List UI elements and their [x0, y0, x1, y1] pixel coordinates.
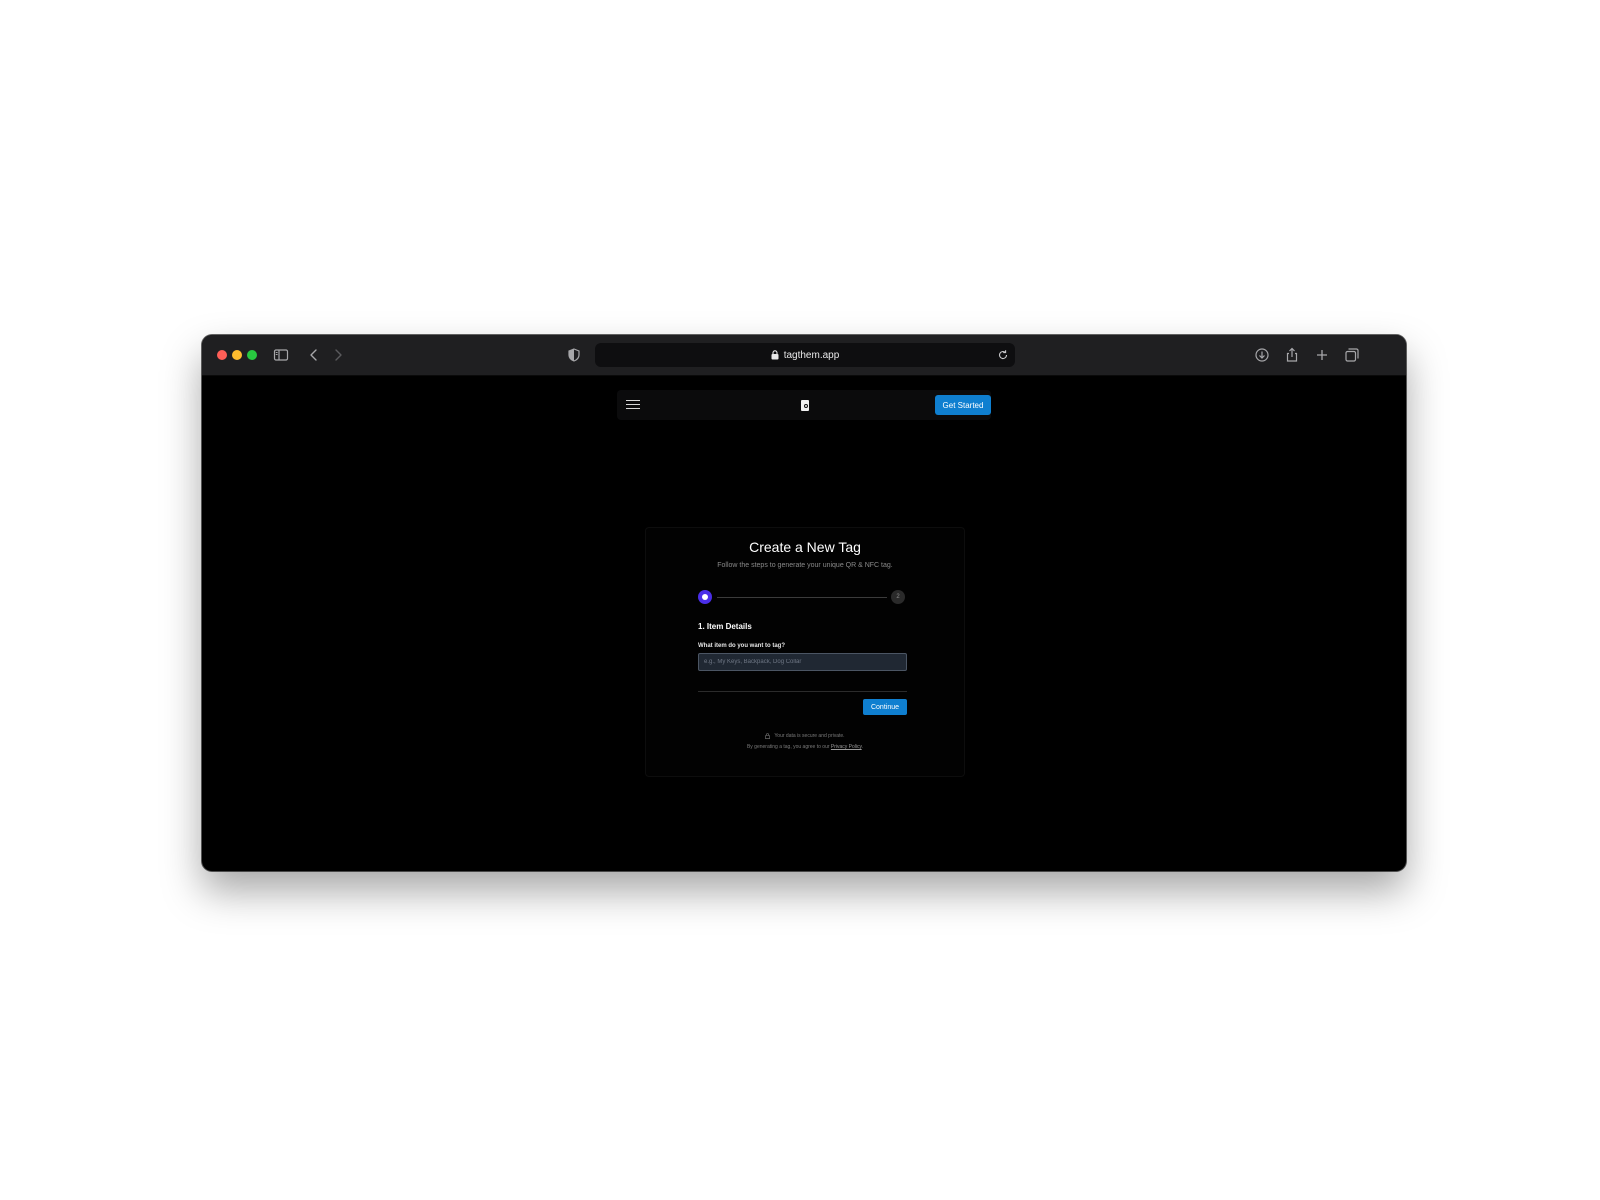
shield-icon[interactable] [566, 347, 582, 363]
forward-icon[interactable] [330, 347, 346, 363]
sidebar-icon[interactable] [273, 347, 289, 363]
item-name-input[interactable] [698, 653, 907, 671]
get-started-button[interactable]: Get Started [935, 395, 991, 415]
create-tag-card: Create a New Tag Follow the steps to gen… [645, 527, 965, 777]
privacy-policy-link[interactable]: Privacy Policy [831, 744, 862, 750]
browser-toolbar: tagthem.app [202, 335, 1406, 376]
item-field-label: What item do you want to tag? [698, 643, 785, 649]
step-1-indicator [698, 590, 712, 604]
lock-icon [771, 350, 779, 360]
form-divider [698, 691, 907, 692]
step-2-indicator: 2 [891, 590, 905, 604]
menu-icon[interactable] [626, 400, 640, 410]
privacy-notice-end: . [861, 744, 864, 750]
minimize-window-button[interactable] [232, 350, 242, 360]
reload-icon[interactable] [997, 349, 1009, 361]
privacy-notice-text: By generating a tag, you agree to our [746, 744, 831, 750]
browser-window: tagthem.app Get Started Create a New Tag… [202, 335, 1406, 871]
secure-note: Your data is secure and private. [646, 733, 964, 739]
url-text: tagthem.app [783, 349, 840, 361]
address-bar[interactable]: tagthem.app [595, 343, 1015, 367]
back-icon[interactable] [306, 347, 322, 363]
new-tab-icon[interactable] [1314, 347, 1330, 363]
share-icon[interactable] [1284, 347, 1300, 363]
privacy-notice: By generating a tag, you agree to our Pr… [646, 744, 964, 750]
lock-small-icon [765, 733, 771, 739]
tagthem-logo[interactable] [801, 400, 809, 411]
secure-note-text: Your data is secure and private. [774, 733, 845, 739]
continue-button[interactable]: Continue [863, 699, 907, 715]
download-icon[interactable] [1254, 347, 1270, 363]
tab-overview-icon[interactable] [1344, 347, 1360, 363]
page-subtitle: Follow the steps to generate your unique… [717, 562, 893, 569]
close-window-button[interactable] [217, 350, 227, 360]
site-navbar: Get Started [617, 390, 991, 420]
section-title: 1. Item Details [698, 622, 752, 631]
step-progress-line [717, 597, 887, 598]
page-title: Create a New Tag [749, 539, 861, 555]
zoom-window-button[interactable] [247, 350, 257, 360]
